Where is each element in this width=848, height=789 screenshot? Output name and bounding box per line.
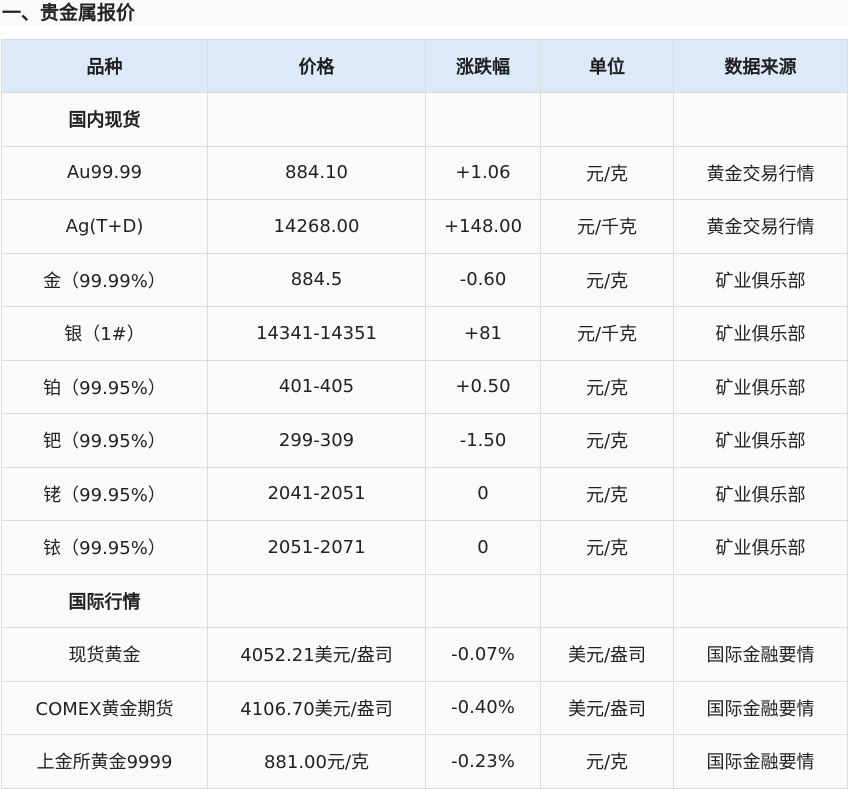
cell-change: +81 [425, 306, 541, 361]
table-row: 金（99.99%） 884.5 -0.60 元/克 矿业俱乐部 [1, 252, 848, 307]
group-empty-cell [673, 573, 848, 628]
group-title: 国际行情 [1, 573, 208, 628]
cell-variety: 金（99.99%） [1, 252, 208, 307]
group-header-row: 国内现货 [1, 92, 848, 147]
cell-variety: 现货黄金 [1, 627, 208, 682]
cell-change: -0.07% [425, 627, 541, 682]
cell-unit: 元/克 [540, 359, 674, 414]
header-change: 涨跌幅 [425, 39, 541, 93]
cell-unit: 美元/盎司 [540, 627, 674, 682]
table-row: 铂（99.95%） 401-405 +0.50 元/克 矿业俱乐部 [1, 359, 848, 414]
table-row: 银（1#） 14341-14351 +81 元/千克 矿业俱乐部 [1, 306, 848, 361]
table-row: Au99.99 884.10 +1.06 元/克 黄金交易行情 [1, 145, 848, 200]
cell-unit: 元/克 [540, 734, 674, 789]
cell-price: 299-309 [207, 413, 426, 468]
cell-change: +0.50 [425, 359, 541, 414]
table-row: 现货黄金 4052.21美元/盎司 -0.07% 美元/盎司 国际金融要情 [1, 627, 848, 682]
cell-change: 0 [425, 520, 541, 575]
cell-source: 矿业俱乐部 [673, 306, 848, 361]
section-title: 一、贵金属报价 [0, 0, 848, 26]
table-row: Ag(T+D) 14268.00 +148.00 元/千克 黄金交易行情 [1, 199, 848, 254]
group-empty-cell [207, 573, 426, 628]
cell-unit: 元/克 [540, 520, 674, 575]
group-empty-cell [207, 92, 426, 147]
group-title: 国内现货 [1, 92, 208, 147]
header-price: 价格 [207, 39, 426, 93]
header-source: 数据来源 [673, 39, 848, 93]
group-empty-cell [425, 92, 541, 147]
group-empty-cell [540, 92, 674, 147]
table-row: 铱（99.95%） 2051-2071 0 元/克 矿业俱乐部 [1, 520, 848, 575]
cell-source: 矿业俱乐部 [673, 413, 848, 468]
header-unit: 单位 [540, 39, 674, 93]
cell-change: 0 [425, 466, 541, 521]
group-empty-cell [673, 92, 848, 147]
cell-unit: 元/克 [540, 145, 674, 200]
cell-change: -0.23% [425, 734, 541, 789]
header-variety: 品种 [1, 39, 208, 93]
table-header: 品种 价格 涨跌幅 单位 数据来源 [1, 39, 848, 93]
cell-price: 401-405 [207, 359, 426, 414]
cell-source: 国际金融要情 [673, 734, 848, 789]
table-body: 国内现货 Au99.99 884.10 +1.06 元/克 黄金交易行情 Ag(T+D) 14… [1, 92, 848, 789]
cell-change: +1.06 [425, 145, 541, 200]
cell-source: 国际金融要情 [673, 680, 848, 735]
cell-variety: 铑（99.95%） [1, 466, 208, 521]
table-row: 上金所黄金9999 881.00元/克 -0.23% 元/克 国际金融要情 [1, 734, 848, 789]
cell-change: -0.60 [425, 252, 541, 307]
cell-change: -0.40% [425, 680, 541, 735]
cell-price: 881.00元/克 [207, 734, 426, 789]
cell-unit: 元/千克 [540, 306, 674, 361]
cell-unit: 元/千克 [540, 199, 674, 254]
group-header-row: 国际行情 [1, 573, 848, 628]
cell-variety: COMEX黄金期货 [1, 680, 208, 735]
cell-source: 黄金交易行情 [673, 145, 848, 200]
cell-unit: 美元/盎司 [540, 680, 674, 735]
cell-variety: 钯（99.95%） [1, 413, 208, 468]
cell-price: 4052.21美元/盎司 [207, 627, 426, 682]
cell-variety: Ag(T+D) [1, 199, 208, 254]
table-row: COMEX黄金期货 4106.70美元/盎司 -0.40% 美元/盎司 国际金融要情 [1, 680, 848, 735]
cell-price: 14341-14351 [207, 306, 426, 361]
cell-variety: 铂（99.95%） [1, 359, 208, 414]
cell-price: 4106.70美元/盎司 [207, 680, 426, 735]
cell-source: 矿业俱乐部 [673, 466, 848, 521]
cell-price: 2041-2051 [207, 466, 426, 521]
group-empty-cell [425, 573, 541, 628]
cell-change: -1.50 [425, 413, 541, 468]
cell-price: 884.5 [207, 252, 426, 307]
cell-source: 矿业俱乐部 [673, 359, 848, 414]
group-empty-cell [540, 573, 674, 628]
cell-source: 矿业俱乐部 [673, 252, 848, 307]
cell-price: 884.10 [207, 145, 426, 200]
cell-price: 2051-2071 [207, 520, 426, 575]
cell-variety: 铱（99.95%） [1, 520, 208, 575]
cell-source: 国际金融要情 [673, 627, 848, 682]
precious-metals-table: 品种 价格 涨跌幅 单位 数据来源 国内现货 Au99.99 884.10 +1.06… [1, 39, 848, 789]
cell-unit: 元/克 [540, 413, 674, 468]
cell-variety: Au99.99 [1, 145, 208, 200]
table-row: 铑（99.95%） 2041-2051 0 元/克 矿业俱乐部 [1, 466, 848, 521]
cell-unit: 元/克 [540, 252, 674, 307]
header-row: 品种 价格 涨跌幅 单位 数据来源 [1, 39, 848, 93]
cell-price: 14268.00 [207, 199, 426, 254]
cell-variety: 银（1#） [1, 306, 208, 361]
cell-source: 矿业俱乐部 [673, 520, 848, 575]
table-row: 钯（99.95%） 299-309 -1.50 元/克 矿业俱乐部 [1, 413, 848, 468]
cell-unit: 元/克 [540, 466, 674, 521]
cell-source: 黄金交易行情 [673, 199, 848, 254]
cell-variety: 上金所黄金9999 [1, 734, 208, 789]
cell-change: +148.00 [425, 199, 541, 254]
